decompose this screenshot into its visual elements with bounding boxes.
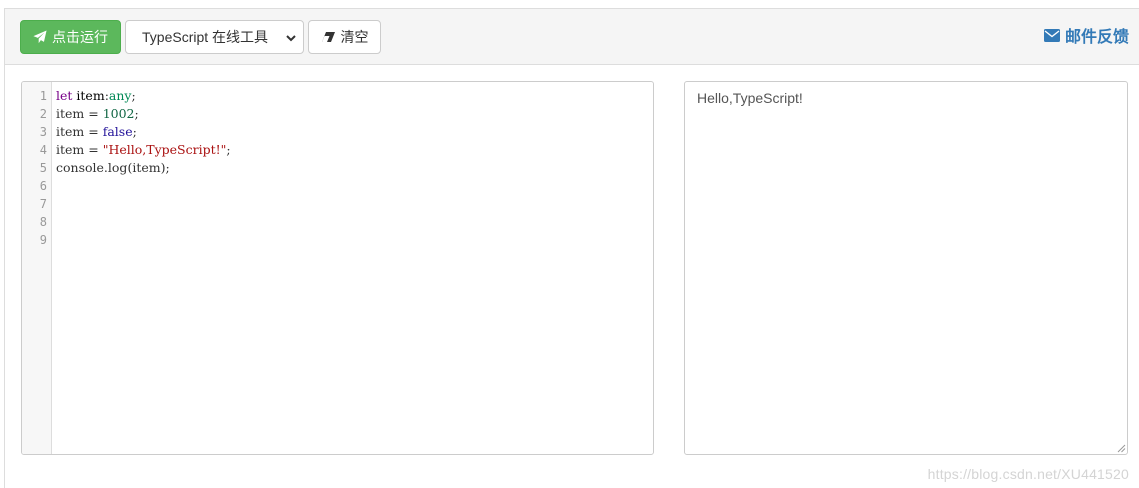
line-number: 4 [39,143,47,157]
language-select[interactable]: TypeScript 在线工具 [125,20,304,54]
output-textarea[interactable]: Hello,TypeScript! [684,81,1128,455]
line-number: 5 [39,161,47,175]
line-number: 6 [39,179,47,193]
code-line: item = "Hello,TypeScript!"; [56,142,231,157]
code-editor[interactable]: 1 2 3 4 5 6 7 8 9 let item:any; item = 1… [21,81,654,455]
clear-button[interactable]: 清空 [308,20,381,54]
tool-panel: 点击运行 TypeScript 在线工具 清空 邮件反馈 1 2 3 4 5 6… [4,8,1139,488]
eraser-icon [321,32,335,42]
code-line: item = 1002; [56,106,139,121]
run-button-label: 点击运行 [52,29,108,45]
output-text: Hello,TypeScript! [697,90,803,106]
envelope-icon [1043,28,1060,42]
chevron-down-icon [286,35,296,42]
line-number: 9 [39,233,47,247]
run-button[interactable]: 点击运行 [20,20,121,54]
line-number: 2 [39,107,47,121]
email-feedback-label: 邮件反馈 [1064,29,1129,46]
code-line: let item:any; [56,88,136,103]
resize-handle-icon[interactable] [1117,444,1126,453]
line-number: 8 [39,215,47,229]
line-number: 7 [39,197,47,211]
clear-button-label: 清空 [340,29,369,45]
watermark-url: https://blog.csdn.net/XU441520 [927,466,1129,482]
toolbar: 点击运行 TypeScript 在线工具 清空 邮件反馈 [5,9,1139,65]
line-number: 1 [39,89,47,103]
code-line: item = false; [56,124,137,139]
line-number-gutter: 1 2 3 4 5 6 7 8 9 [22,82,52,454]
email-feedback-link[interactable]: 邮件反馈 [1043,24,1129,46]
code-line: console.log(item); [56,160,170,175]
language-selected-value: TypeScript 在线工具 [142,29,269,45]
paper-plane-icon [33,30,47,44]
line-number: 3 [39,125,47,139]
